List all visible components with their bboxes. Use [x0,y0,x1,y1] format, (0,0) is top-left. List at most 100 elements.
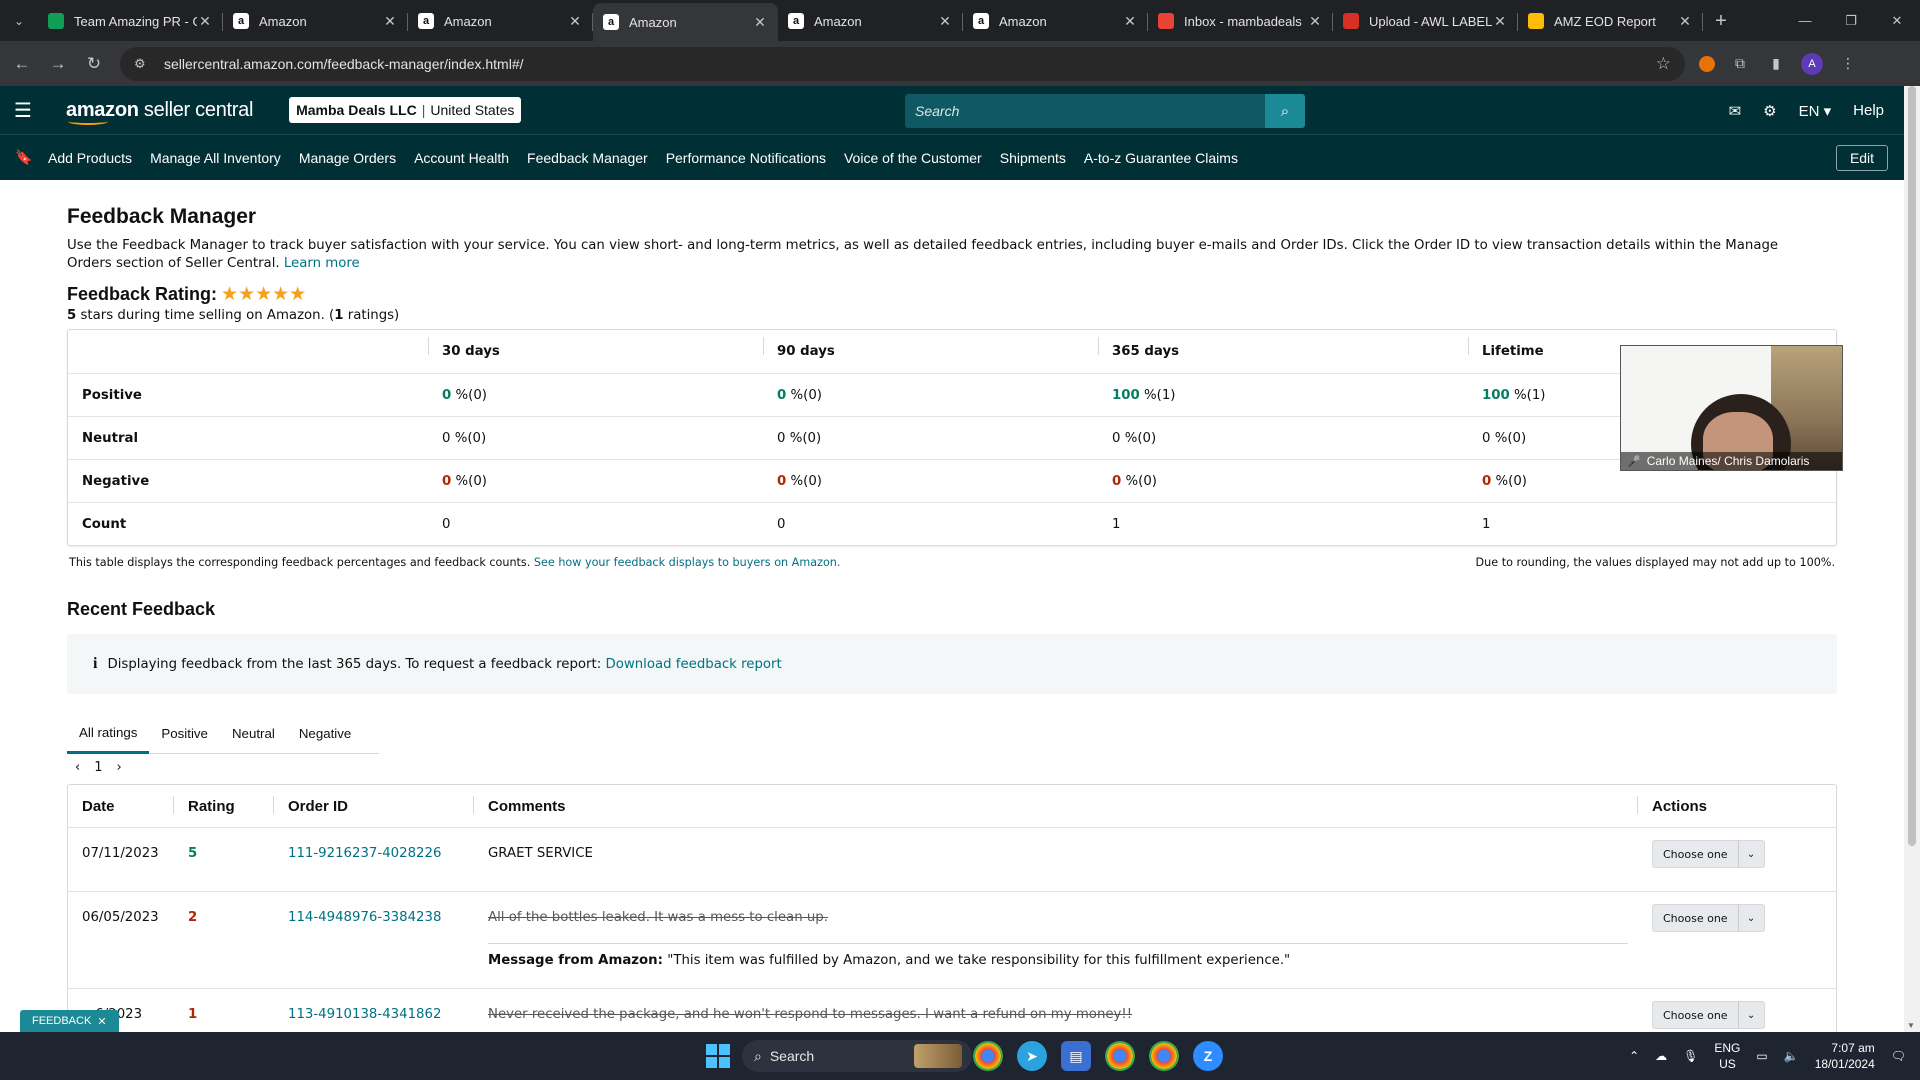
zoom-icon[interactable]: Z [1193,1041,1223,1071]
order-id-link[interactable]: 113-4910138-4341862 [288,1007,441,1022]
chrome-icon[interactable] [973,1041,1003,1071]
address-bar[interactable]: ⚙ sellercentral.amazon.com/feedback-mana… [120,46,1685,81]
cloud-sync-icon[interactable]: ☁ [1655,1049,1667,1063]
nav-item[interactable]: Add Products [48,150,132,166]
forward-arrow-icon[interactable]: → [40,46,76,82]
chrome-profile-a-icon[interactable] [1149,1041,1179,1071]
rating-tab[interactable]: Neutral [220,714,287,754]
nav-item[interactable]: Manage Orders [299,150,396,166]
back-arrow-icon[interactable]: ← [4,46,40,82]
seller-central-logo[interactable]: amazon seller central [66,99,253,125]
feedback-date: 07/11/2023 [82,846,159,861]
new-tab-plus-icon[interactable]: + [1703,4,1739,38]
page-intro: Use the Feedback Manager to track buyer … [67,237,1827,273]
prev-page-chevron-icon[interactable]: ‹ [75,760,80,775]
browser-tab[interactable]: Upload - AWL LABEL ✕ [1333,4,1518,38]
bookmark-star-icon[interactable]: ☆ [1656,54,1671,74]
close-tab-icon[interactable]: ✕ [567,13,583,30]
mail-icon[interactable]: ✉ [1729,102,1742,120]
gear-icon[interactable]: ⚙ [1763,102,1776,120]
rating-label: Feedback Rating: [67,284,218,304]
video-call-overlay[interactable]: 🎤 Carlo Maines/ Chris Damolaris [1620,345,1843,471]
browser-menu-icon[interactable]: ⋮ [1837,53,1859,75]
windows-start-icon[interactable] [706,1044,730,1068]
action-dropdown[interactable]: Choose one ⌄ [1652,840,1765,868]
rating-tab[interactable]: All ratings [67,714,150,754]
order-id-link[interactable]: 114-4948976-3384238 [288,910,441,925]
bookmark-icon[interactable]: 🔖 [0,149,48,166]
download-report-link[interactable]: Download feedback report [605,657,781,672]
close-tab-icon[interactable]: ✕ [937,13,953,30]
close-tab-icon[interactable]: ✕ [752,14,768,31]
side-panel-icon[interactable]: ▮ [1765,53,1787,75]
site-info-icon[interactable]: ⚙ [134,56,152,72]
extension-icon[interactable] [1699,55,1715,72]
browser-tab[interactable]: AMZ EOD Report ✕ [1518,4,1703,38]
upload-icon [1343,13,1359,29]
edit-nav-button[interactable]: Edit [1836,145,1888,171]
order-id-link[interactable]: 111-9216237-4028226 [288,846,441,861]
browser-tab[interactable]: a Amazon ✕ [963,4,1148,38]
learn-more-link[interactable]: Learn more [284,256,360,271]
action-dropdown[interactable]: Choose one ⌄ [1652,1001,1765,1029]
telegram-icon[interactable]: ➤ [1017,1041,1047,1071]
reload-icon[interactable]: ↻ [76,46,112,82]
close-tab-icon[interactable]: ✕ [382,13,398,30]
tab-search-chevron-icon[interactable]: ⌄ [0,0,38,41]
browser-tab[interactable]: Inbox - mambadeals ✕ [1148,4,1333,38]
browser-tab[interactable]: a Amazon ✕ [778,4,963,38]
minimize-icon[interactable]: — [1782,0,1828,41]
microphone-icon[interactable]: 🎙 [1683,1049,1698,1063]
puzzle-extensions-icon[interactable]: ⧉ [1729,53,1751,75]
input-language[interactable]: ENG US [1714,1040,1740,1072]
show-hidden-icons-chevron-icon[interactable]: ⌃ [1629,1049,1639,1063]
close-feedback-icon[interactable]: ✕ [97,1015,106,1028]
browser-tab[interactable]: Team Amazing PR - G ✕ [38,4,223,38]
chrome-profile-icon[interactable] [1105,1041,1135,1071]
next-page-chevron-icon[interactable]: › [116,760,121,775]
browser-tab[interactable]: a Amazon ✕ [408,4,593,38]
nav-item[interactable]: Manage All Inventory [150,150,281,166]
close-tab-icon[interactable]: ✕ [197,13,213,30]
notification-icon[interactable]: 🗨 [1891,1049,1906,1063]
current-page[interactable]: 1 [94,760,102,775]
search-input[interactable] [905,94,1265,128]
close-tab-icon[interactable]: ✕ [1307,13,1323,30]
search-button[interactable]: ⌕ [1265,94,1305,128]
nav-item[interactable]: Performance Notifications [666,150,826,166]
nav-item[interactable]: Shipments [1000,150,1066,166]
url-text[interactable]: sellercentral.amazon.com/feedback-manage… [164,56,1656,72]
close-tab-icon[interactable]: ✕ [1492,13,1508,30]
browser-tab[interactable]: a Amazon ✕ [223,4,408,38]
summary-cell: 0 %(0) [428,388,763,403]
rating-tab[interactable]: Negative [287,714,363,754]
close-tab-icon[interactable]: ✕ [1122,13,1138,30]
restore-icon[interactable]: ❐ [1828,0,1874,41]
language-selector[interactable]: EN ▾ [1799,102,1832,120]
scroll-down-icon[interactable]: ▼ [1907,1021,1915,1030]
scrollbar-thumb[interactable] [1908,86,1916,846]
rating-tab[interactable]: Positive [149,714,220,754]
browser-tab[interactable]: a Amazon ✕ [593,3,778,41]
taskbar-search[interactable]: ⌕ Search [742,1040,972,1072]
clock[interactable]: 7:07 am 18/01/2024 [1815,1040,1875,1072]
nav-item[interactable]: Account Health [414,150,509,166]
nav-item[interactable]: A-to-z Guarantee Claims [1084,150,1238,166]
nav-item[interactable]: Feedback Manager [527,150,648,166]
account-switcher[interactable]: Mamba Deals LLC | United States [289,97,522,123]
feedback-button[interactable]: FEEDBACK ✕ [20,1010,119,1032]
close-window-icon[interactable]: ✕ [1874,0,1920,41]
close-tab-icon[interactable]: ✕ [1677,13,1693,30]
nav-item[interactable]: Voice of the Customer [844,150,982,166]
notepad-icon[interactable]: ▤ [1061,1041,1091,1071]
action-dropdown[interactable]: Choose one ⌄ [1652,904,1765,932]
main-content: Feedback Manager Use the Feedback Manage… [67,180,1837,1044]
search-box: ⌕ [905,94,1305,128]
profile-avatar[interactable]: A [1801,52,1823,75]
hamburger-menu-icon[interactable]: ☰ [0,98,46,123]
buyer-display-link[interactable]: See how your feedback displays to buyers… [534,556,841,569]
volume-icon[interactable]: 🔈 [1784,1049,1799,1063]
network-icon[interactable]: ▭ [1756,1049,1767,1063]
help-link[interactable]: Help [1853,102,1884,119]
page-scrollbar[interactable]: ▲ ▼ [1904,86,1920,1032]
